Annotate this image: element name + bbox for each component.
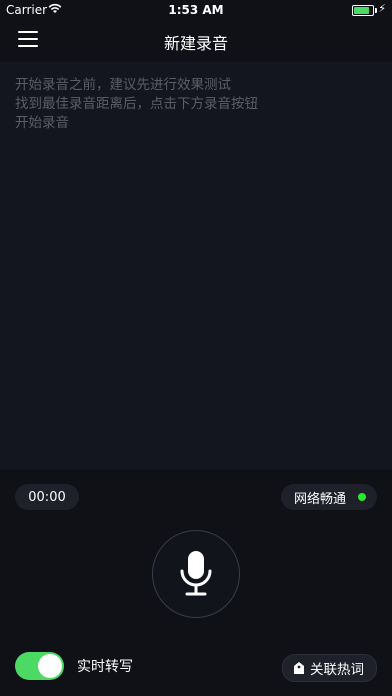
record-button[interactable] [152, 530, 240, 618]
timer-display: 00:00 [15, 484, 79, 510]
network-status: 网络畅通 [280, 484, 377, 510]
related-hotwords-label: 关联热词 [310, 662, 364, 678]
page-title: 新建录音 [163, 34, 228, 53]
microphone-icon [180, 551, 212, 596]
charging-icon: ⚡ [378, 2, 386, 15]
status-bar: Carrier 1:53 AM ⚡ [0, 0, 392, 20]
hint-text: 开始录音之前，建议先进行效果测试 找到最佳录音距离后，点击下方录音按钮 开始录音 [15, 77, 258, 131]
network-status-label: 网络畅通 [293, 491, 346, 507]
toggle-knob [38, 654, 62, 678]
battery-icon [352, 5, 377, 16]
transcript-area: 开始录音之前，建议先进行效果测试 找到最佳录音距离后，点击下方录音按钮 开始录音 [0, 62, 392, 470]
nav-bar: 新建录音 [0, 20, 392, 60]
network-status-dot [358, 493, 366, 501]
related-hotwords-button[interactable]: 关联热词 [282, 654, 377, 682]
realtime-transcription-label: 实时转写 [77, 659, 133, 675]
realtime-transcription-toggle[interactable] [15, 652, 64, 680]
tag-icon [294, 662, 304, 674]
status-time: 1:53 AM [168, 3, 224, 17]
